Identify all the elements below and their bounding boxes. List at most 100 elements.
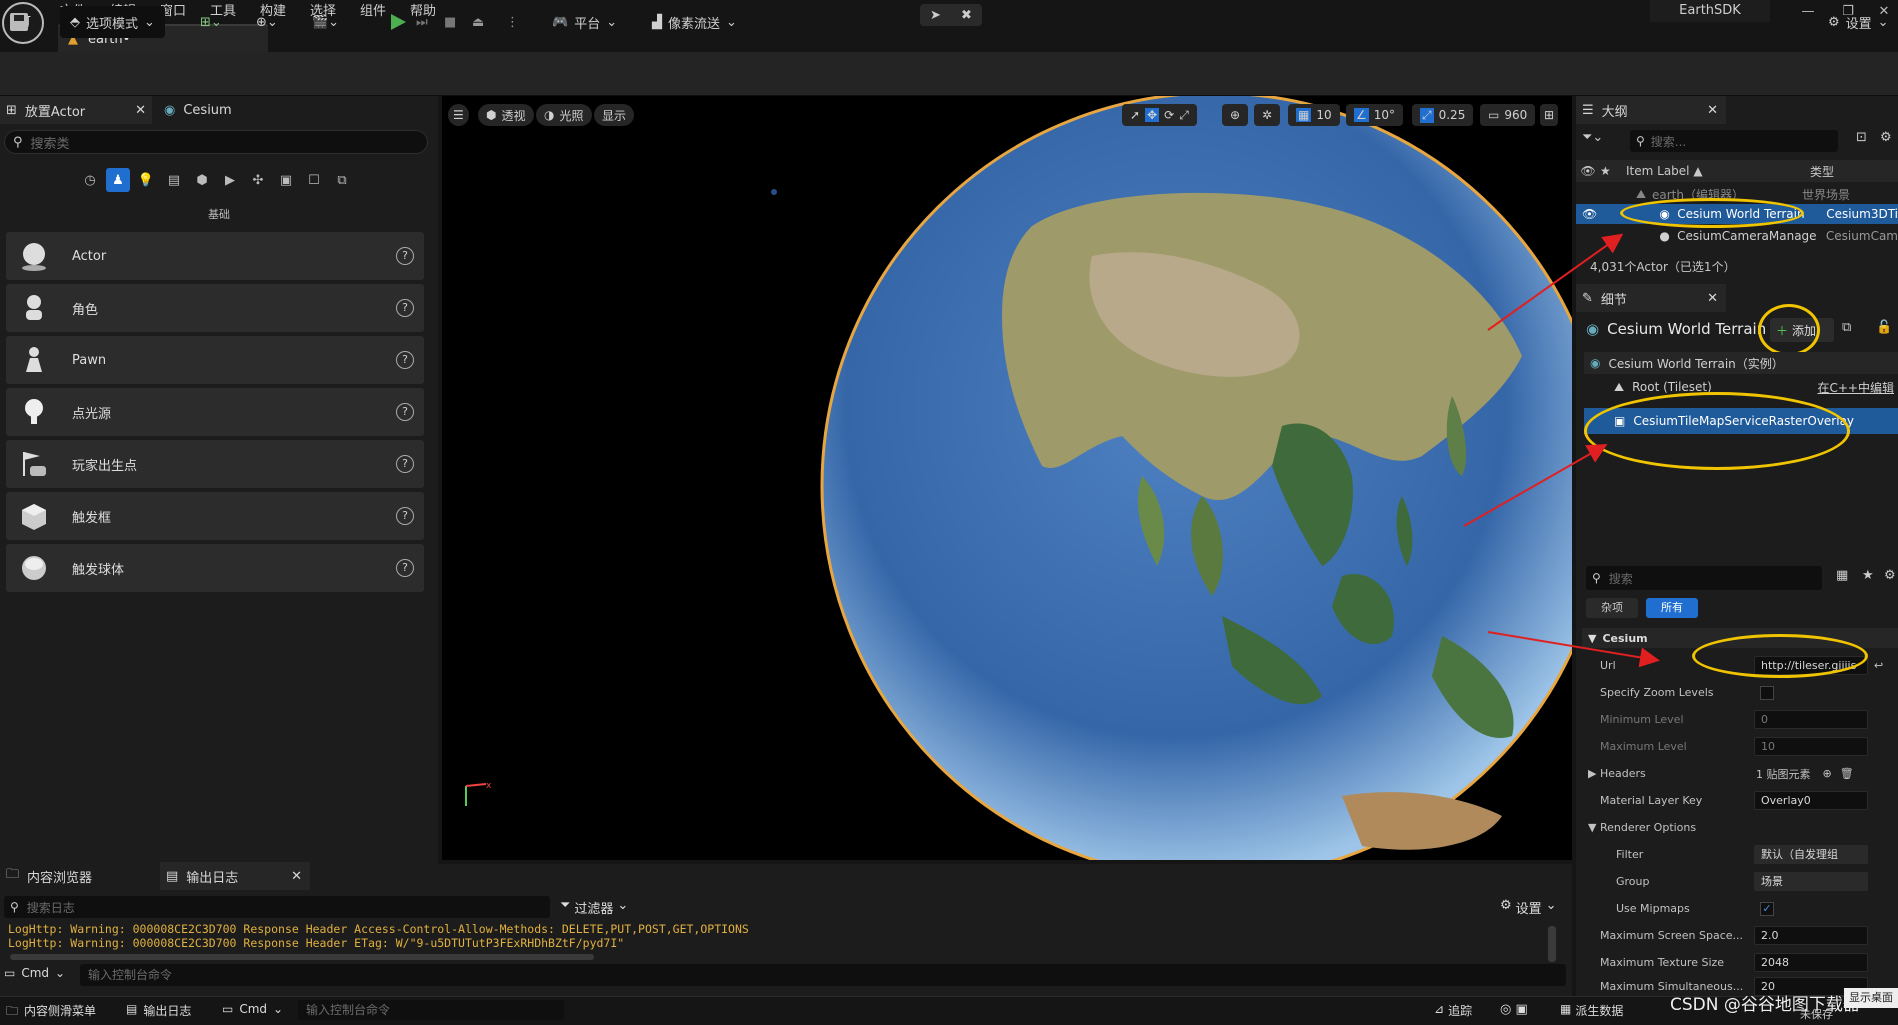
lit-button[interactable]: ◑ 光照 (536, 104, 592, 126)
lights-icon[interactable]: 💡 (134, 168, 158, 192)
log-settings-button[interactable]: ⚙ 设置 ⌄ (1500, 898, 1557, 917)
close-tab-icon[interactable]: ✕ (1707, 291, 1718, 306)
select-arrow-icon[interactable]: ➚ (1130, 108, 1140, 122)
save-icon[interactable] (8, 6, 30, 38)
tab-outliner[interactable]: ☰ 大纲 ✕ (1576, 96, 1726, 124)
live-coding-widget[interactable]: ➤ ✖ (920, 4, 982, 26)
record-icon[interactable]: ◎ ▣ (1500, 1002, 1528, 1017)
list-item-trigger-box[interactable]: 触发框 ? (6, 492, 424, 540)
filter-all-button[interactable]: 所有 (1646, 598, 1698, 618)
geometry-icon[interactable]: ▶ (218, 168, 242, 192)
viewport-menu-button[interactable]: ☰ (448, 104, 469, 126)
minimize-button[interactable]: — (1788, 0, 1828, 24)
console-input[interactable]: 输入控制台命令 (80, 964, 1566, 986)
trash-icon[interactable]: 🗑 (1840, 767, 1854, 780)
stop-button[interactable]: ■ (444, 6, 456, 38)
layout-button[interactable]: ⊞ (1540, 104, 1559, 126)
filter-misc-button[interactable]: 杂项 (1586, 598, 1638, 618)
all-classes-icon[interactable]: ☐ (302, 168, 326, 192)
level-viewport[interactable]: x ☰ ⬢ 透视 ◑ 光照 显示 ➚ ✥ ⟳ ⤢ ⊕ ✲ ▦ 10 ∠ 10° ⤢ 0.2… (442, 96, 1572, 860)
close-tab-icon[interactable]: ✕ (291, 869, 302, 884)
extra-icon[interactable]: ⧉ (330, 168, 354, 192)
menu-component[interactable]: 组件 (360, 0, 386, 19)
help-icon[interactable]: ? (396, 455, 414, 473)
material-key-field[interactable]: Overlay0 (1754, 791, 1868, 810)
surface-snap-toggle[interactable]: ✲ (1254, 104, 1281, 126)
filter-icon[interactable]: ⏷⌄ (1582, 130, 1606, 152)
component-instance-row[interactable]: ◉ Cesium World Terrain（实例） (1584, 352, 1898, 374)
mode-selector[interactable]: ⬘ 选项模式 ⌄ (60, 6, 165, 38)
scale-icon[interactable]: ⤢ (1179, 108, 1189, 123)
more-options-icon[interactable]: ⋮ (506, 6, 519, 38)
lock-icon[interactable]: 🔓 (1876, 320, 1892, 335)
derived-data-button[interactable]: ▦ 派生数据 (1560, 1002, 1623, 1019)
help-icon[interactable]: ? (396, 559, 414, 577)
star-icon[interactable]: ★ (1862, 568, 1874, 583)
table-row[interactable]: ● CesiumCameraManage CesiumCam (1576, 226, 1898, 246)
cinematics-button[interactable]: 🎬⌄ (312, 6, 339, 38)
scale-snap[interactable]: ⤢ 0.25 (1412, 104, 1474, 126)
show-button[interactable]: 显示 (594, 104, 635, 126)
log-horizontal-scrollbar[interactable] (10, 954, 594, 960)
log-search-input[interactable]: ⚲ 搜索日志 (4, 896, 550, 918)
details-search-input[interactable]: ⚲ 搜索 (1586, 566, 1822, 590)
max-screen-field[interactable]: 2.0 (1754, 926, 1868, 945)
tab-content-browser[interactable]: 🗀 内容浏览器 (0, 862, 160, 890)
col-item-label[interactable]: Item Label ▲ (1620, 164, 1810, 178)
rotate-icon[interactable]: ⟳ (1164, 108, 1174, 122)
cmd-selector[interactable]: ▭ Cmd ⌄ (4, 966, 65, 980)
root-edit-link[interactable]: 在C++中编辑 (1818, 379, 1895, 396)
reset-icon[interactable]: ↩ (1874, 659, 1883, 672)
min-level-field[interactable]: 0 (1754, 710, 1868, 729)
visual-effects-icon[interactable]: ⬢ (190, 168, 214, 192)
specify-zoom-checkbox[interactable] (1760, 685, 1774, 700)
status-console-input[interactable]: 输入控制台命令 (298, 1000, 564, 1020)
col-type[interactable]: 类型 (1810, 163, 1834, 180)
help-icon[interactable]: ? (396, 247, 414, 265)
mipmaps-checkbox[interactable]: ✓ (1760, 901, 1774, 916)
translate-icon[interactable]: ✥ (1145, 108, 1160, 122)
world-local-toggle[interactable]: ⊕ (1222, 104, 1249, 126)
class-search-input[interactable]: ⚲ 搜索类 (4, 130, 428, 154)
pixel-streaming-button[interactable]: ▟ 像素流送 ⌄ (652, 6, 737, 38)
outliner-search-input[interactable]: ⚲ 搜索... (1630, 130, 1838, 152)
content-drawer-button[interactable]: 🗀 内容侧滑菜单 (6, 1002, 96, 1023)
gear-icon[interactable]: ⚙ (1884, 568, 1896, 583)
recent-icon[interactable]: ◷ (78, 168, 102, 192)
list-item-character[interactable]: 角色 ? (6, 284, 424, 332)
play-button[interactable] (388, 6, 408, 38)
help-icon[interactable]: ? (396, 507, 414, 525)
log-vertical-scrollbar[interactable] (1548, 926, 1556, 962)
camera-speed[interactable]: ▭ 960 (1480, 104, 1536, 126)
log-filter-button[interactable]: ⏷ 过滤器 ⌄ (560, 898, 628, 917)
section-renderer[interactable]: ▼ Renderer Options (1582, 814, 1898, 841)
help-icon[interactable]: ? (396, 351, 414, 369)
globe-render[interactable]: x (442, 96, 1572, 860)
rotation-snap[interactable]: ∠ 10° (1346, 104, 1404, 126)
close-tab-icon[interactable]: ✕ (1707, 103, 1718, 118)
gear-icon[interactable]: ⚙ (1880, 130, 1892, 145)
cinematic-icon[interactable]: ▤ (162, 168, 186, 192)
filter-select[interactable]: 默认（自发理组 (1754, 845, 1868, 864)
shapes-icon[interactable]: ▣ (274, 168, 298, 192)
grid-snap[interactable]: ▦ 10 (1288, 104, 1340, 126)
close-circle-icon[interactable]: ✖ (961, 8, 972, 23)
tab-output-log[interactable]: ▤ 输出日志 ✕ (160, 862, 310, 890)
list-item-point-light[interactable]: 点光源 ? (6, 388, 424, 436)
list-item-actor[interactable]: Actor ? (6, 232, 424, 280)
status-cmd-button[interactable]: ▭ Cmd ⌄ (222, 1002, 283, 1016)
step-button[interactable]: ⏭ (416, 6, 428, 38)
table-view-icon[interactable]: ▦ (1836, 568, 1848, 583)
add-element-icon[interactable]: ⊕ (1823, 767, 1832, 780)
property-headers[interactable]: ▶ Headers 1 贴图元素 ⊕ 🗑 (1582, 760, 1898, 787)
perspective-button[interactable]: ⬢ 透视 (478, 104, 534, 126)
transform-tools[interactable]: ➚ ✥ ⟳ ⤢ (1122, 104, 1197, 126)
trace-button[interactable]: ⊿ 追踪 (1434, 1002, 1472, 1019)
eject-button[interactable]: ⏏ (472, 6, 484, 38)
help-icon[interactable]: ? (396, 299, 414, 317)
basic-category-icon[interactable]: ♟ (106, 168, 130, 192)
tab-cesium[interactable]: ◉ Cesium (158, 96, 278, 124)
close-tab-icon[interactable]: ✕ (135, 103, 146, 118)
list-item-pawn[interactable]: Pawn ? (6, 336, 424, 384)
help-icon[interactable]: ? (396, 403, 414, 421)
